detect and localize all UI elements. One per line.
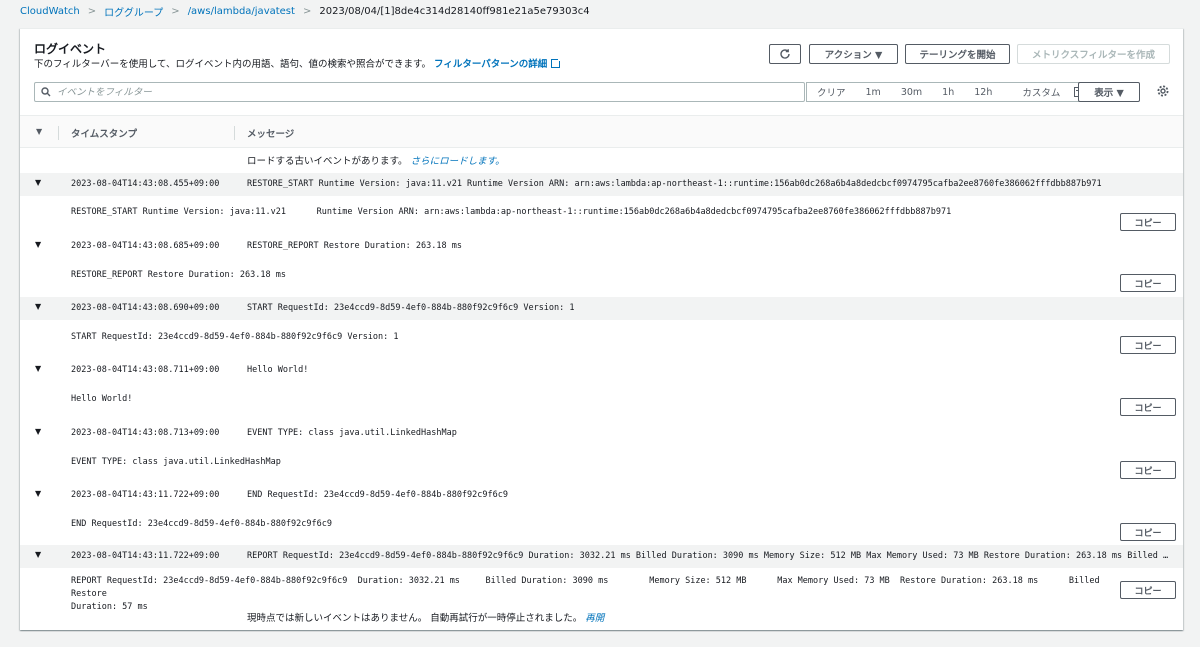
chevron-right-icon: > [171, 5, 180, 17]
log-event-header[interactable]: ▼ 2023-08-04T14:43:11.722+09:00 REPORT R… [20, 545, 1183, 568]
log-event-header[interactable]: ▼ 2023-08-04T14:43:08.713+09:00 EVENT TY… [20, 422, 1183, 445]
column-divider [58, 126, 59, 140]
load-older-text: ロードする古いイベントがあります。 [247, 156, 408, 167]
actions-button[interactable]: アクション ▼ [809, 44, 898, 64]
collapse-icon[interactable]: ▼ [35, 178, 41, 187]
event-timestamp: 2023-08-04T14:43:08.455+09:00 [71, 179, 220, 189]
event-message: END RequestId: 23e4ccd9-8d59-4ef0-884b-8… [247, 490, 508, 500]
page-title: ログイベント [34, 42, 107, 56]
log-events-panel: ログイベント 下のフィルターバーを使用して、ログイベント内の用語、語句、値の検索… [20, 28, 1183, 630]
copy-button[interactable]: コピー [1120, 461, 1176, 479]
log-event-row: ▼ 2023-08-04T14:43:08.455+09:00 RESTORE_… [20, 173, 1183, 235]
collapse-icon[interactable]: ▼ [35, 489, 41, 498]
load-older-notice: ロードする古いイベントがあります。 さらにロードします。 [247, 153, 505, 167]
table-header: ▼ タイムスタンプ メッセージ [20, 115, 1183, 148]
breadcrumb-log-groups[interactable]: ロググループ [104, 4, 163, 19]
resume-link[interactable]: 再開 [585, 613, 604, 624]
event-detail: REPORT RequestId: 23e4ccd9-8d59-4ef0-884… [71, 576, 1100, 612]
range-1m[interactable]: 1m [856, 87, 891, 98]
log-event-row: ▼ 2023-08-04T14:43:08.690+09:00 START Re… [20, 297, 1183, 359]
gear-icon[interactable] [1156, 84, 1170, 98]
collapse-icon[interactable]: ▼ [35, 550, 41, 559]
range-custom-label: カスタム [1022, 88, 1061, 99]
event-timestamp: 2023-08-04T14:43:08.685+09:00 [71, 241, 220, 251]
expand-all-icon[interactable]: ▼ [36, 127, 42, 136]
no-new-events-text: 現時点では新しいイベントはありません。 自動再試行が一時停止されました。 [247, 613, 583, 624]
breadcrumb-log-stream: 2023/08/04/[1]8de4c314d28140ff981e21a5e7… [319, 5, 590, 17]
copy-button[interactable]: コピー [1120, 274, 1176, 292]
breadcrumb-cloudwatch[interactable]: CloudWatch [20, 6, 80, 17]
refresh-button[interactable] [769, 44, 801, 64]
display-button[interactable]: 表示 ▼ [1078, 82, 1140, 102]
filter-pattern-link[interactable]: フィルターパターンの詳細 [434, 57, 563, 70]
collapse-icon[interactable]: ▼ [35, 302, 41, 311]
event-timestamp: 2023-08-04T14:43:08.711+09:00 [71, 365, 220, 375]
event-timestamp: 2023-08-04T14:43:11.722+09:00 [71, 551, 220, 561]
log-event-header[interactable]: ▼ 2023-08-04T14:43:08.455+09:00 RESTORE_… [20, 173, 1183, 196]
log-event-header[interactable]: ▼ 2023-08-04T14:43:08.711+09:00 Hello Wo… [20, 359, 1183, 382]
log-event-header[interactable]: ▼ 2023-08-04T14:43:08.685+09:00 RESTORE_… [20, 235, 1183, 258]
time-range-selector: クリア 1m 30m 1h 12h カスタム [806, 82, 1097, 102]
page-description: 下のフィルターバーを使用して、ログイベント内の用語、語句、値の検索や照合ができま… [34, 56, 563, 70]
copy-button[interactable]: コピー [1120, 336, 1176, 354]
range-1h[interactable]: 1h [932, 87, 964, 98]
event-detail: END RequestId: 23e4ccd9-8d59-4ef0-884b-8… [71, 519, 332, 529]
copy-button[interactable]: コピー [1120, 398, 1176, 416]
log-event-row: ▼ 2023-08-04T14:43:11.722+09:00 END Requ… [20, 484, 1183, 546]
column-divider [234, 126, 235, 140]
event-timestamp: 2023-08-04T14:43:08.713+09:00 [71, 428, 220, 438]
clear-button[interactable]: クリア [807, 85, 856, 99]
log-event-row: ▼ 2023-08-04T14:43:11.722+09:00 REPORT R… [20, 545, 1183, 612]
filter-pattern-link-label: フィルターパターンの詳細 [434, 59, 548, 70]
event-detail: EVENT TYPE: class java.util.LinkedHashMa… [71, 457, 281, 467]
search-icon [41, 87, 51, 97]
breadcrumb-log-group[interactable]: /aws/lambda/javatest [188, 6, 295, 17]
log-event-header[interactable]: ▼ 2023-08-04T14:43:08.690+09:00 START Re… [20, 297, 1183, 320]
chevron-right-icon: > [87, 5, 97, 17]
search-box[interactable] [34, 82, 805, 102]
event-timestamp: 2023-08-04T14:43:08.690+09:00 [71, 303, 220, 313]
event-message: REPORT RequestId: 23e4ccd9-8d59-4ef0-884… [247, 551, 1172, 561]
chevron-right-icon: > [302, 5, 312, 17]
copy-button[interactable]: コピー [1120, 523, 1176, 541]
range-30m[interactable]: 30m [891, 87, 932, 98]
refresh-icon [780, 49, 790, 59]
start-tailing-button[interactable]: テーリングを開始 [905, 44, 1010, 64]
collapse-icon[interactable]: ▼ [35, 427, 41, 436]
event-message: EVENT TYPE: class java.util.LinkedHashMa… [247, 428, 457, 438]
collapse-icon[interactable]: ▼ [35, 364, 41, 373]
breadcrumb: CloudWatch > ロググループ > /aws/lambda/javate… [20, 4, 590, 19]
event-timestamp: 2023-08-04T14:43:11.722+09:00 [71, 490, 220, 500]
log-event-row: ▼ 2023-08-04T14:43:08.711+09:00 Hello Wo… [20, 359, 1183, 421]
event-detail: RESTORE_REPORT Restore Duration: 263.18 … [71, 270, 286, 280]
copy-button[interactable]: コピー [1120, 213, 1176, 231]
column-timestamp[interactable]: タイムスタンプ [71, 126, 137, 140]
external-link-icon [551, 57, 563, 68]
create-metric-filter-button[interactable]: メトリクスフィルターを作成 [1017, 44, 1170, 64]
event-message: RESTORE_START Runtime Version: java:11.v… [247, 179, 1102, 189]
event-detail: START RequestId: 23e4ccd9-8d59-4ef0-884b… [71, 332, 399, 342]
event-detail: RESTORE_START Runtime Version: java:11.v… [71, 207, 952, 217]
event-message: RESTORE_REPORT Restore Duration: 263.18 … [247, 241, 462, 251]
search-input[interactable] [57, 86, 757, 98]
no-new-events-notice: 現時点では新しいイベントはありません。 自動再試行が一時停止されました。 再開 [247, 610, 604, 624]
copy-button[interactable]: コピー [1120, 581, 1176, 599]
log-event-row: ▼ 2023-08-04T14:43:08.713+09:00 EVENT TY… [20, 422, 1183, 484]
column-message[interactable]: メッセージ [247, 126, 294, 140]
collapse-icon[interactable]: ▼ [35, 240, 41, 249]
event-detail: Hello World! [71, 394, 133, 404]
log-event-row: ▼ 2023-08-04T14:43:08.685+09:00 RESTORE_… [20, 235, 1183, 297]
event-message: START RequestId: 23e4ccd9-8d59-4ef0-884b… [247, 303, 575, 313]
log-event-header[interactable]: ▼ 2023-08-04T14:43:11.722+09:00 END Requ… [20, 484, 1183, 507]
range-12h[interactable]: 12h [964, 87, 1002, 98]
load-more-link[interactable]: さらにロードします。 [411, 156, 505, 167]
description-text: 下のフィルターバーを使用して、ログイベント内の用語、語句、値の検索や照合ができま… [34, 59, 432, 70]
event-message: Hello World! [247, 365, 309, 375]
